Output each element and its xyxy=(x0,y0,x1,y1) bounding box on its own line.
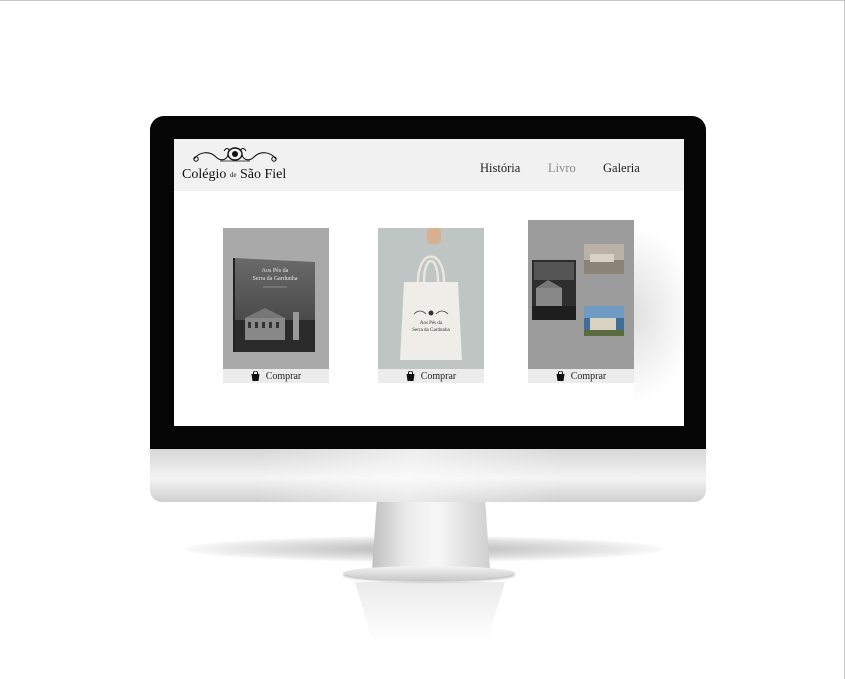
book-cover-illustration: Aos Pés da Serra da Gardunha xyxy=(233,258,315,352)
stand-reflection xyxy=(355,582,505,642)
nav-historia[interactable]: História xyxy=(480,161,520,176)
postcards-image[interactable] xyxy=(528,220,634,369)
website-screen: Colégio de São Fiel História Livro Galer… xyxy=(174,139,684,426)
svg-text:Aos Pés da: Aos Pés da xyxy=(420,321,443,326)
product-card-postcards: Comprar xyxy=(528,220,634,384)
logo-word-colegio: Colégio xyxy=(182,167,227,182)
nav-galeria[interactable]: Galeria xyxy=(603,161,640,176)
buy-label: Comprar xyxy=(420,370,457,382)
shopping-bag-icon xyxy=(556,371,565,381)
book-image[interactable]: Aos Pés da Serra da Gardunha xyxy=(223,228,329,369)
site-header: Colégio de São Fiel História Livro Galer… xyxy=(174,139,684,191)
monitor-stand xyxy=(372,502,490,570)
buy-button-book[interactable]: Comprar xyxy=(223,369,329,383)
logo-word-de: de xyxy=(229,171,237,179)
chin-highlight xyxy=(260,449,560,502)
buy-label: Comprar xyxy=(265,370,302,382)
buy-button-postcards[interactable]: Comprar xyxy=(528,369,634,383)
svg-text:Serra da Gardunha: Serra da Gardunha xyxy=(253,276,298,282)
ornament-icon xyxy=(193,147,277,162)
shopping-bag-icon xyxy=(406,371,415,381)
product-card-book: Aos Pés da Serra da Gardunha Comprar xyxy=(223,228,329,384)
buy-button-tote[interactable]: Comprar xyxy=(378,369,484,383)
logo-word-sao-fiel: São Fiel xyxy=(239,167,287,182)
svg-text:Serra da Gardunha: Serra da Gardunha xyxy=(412,328,450,333)
product-card-tote: Aos Pés da Serra da Gardunha Comprar xyxy=(378,228,484,384)
monitor-stand-base xyxy=(343,566,515,580)
shopping-bag-icon xyxy=(251,371,260,381)
tote-bag-illustration: Aos Pés da Serra da Gardunha xyxy=(400,228,462,360)
site-logo[interactable]: Colégio de São Fiel xyxy=(182,167,286,183)
card-shadow xyxy=(634,224,684,404)
tote-image[interactable]: Aos Pés da Serra da Gardunha xyxy=(378,228,484,369)
postcards-illustration xyxy=(532,244,624,336)
nav-livro[interactable]: Livro xyxy=(548,161,576,176)
svg-text:Aos Pés da: Aos Pés da xyxy=(262,268,289,274)
buy-label: Comprar xyxy=(570,370,607,382)
